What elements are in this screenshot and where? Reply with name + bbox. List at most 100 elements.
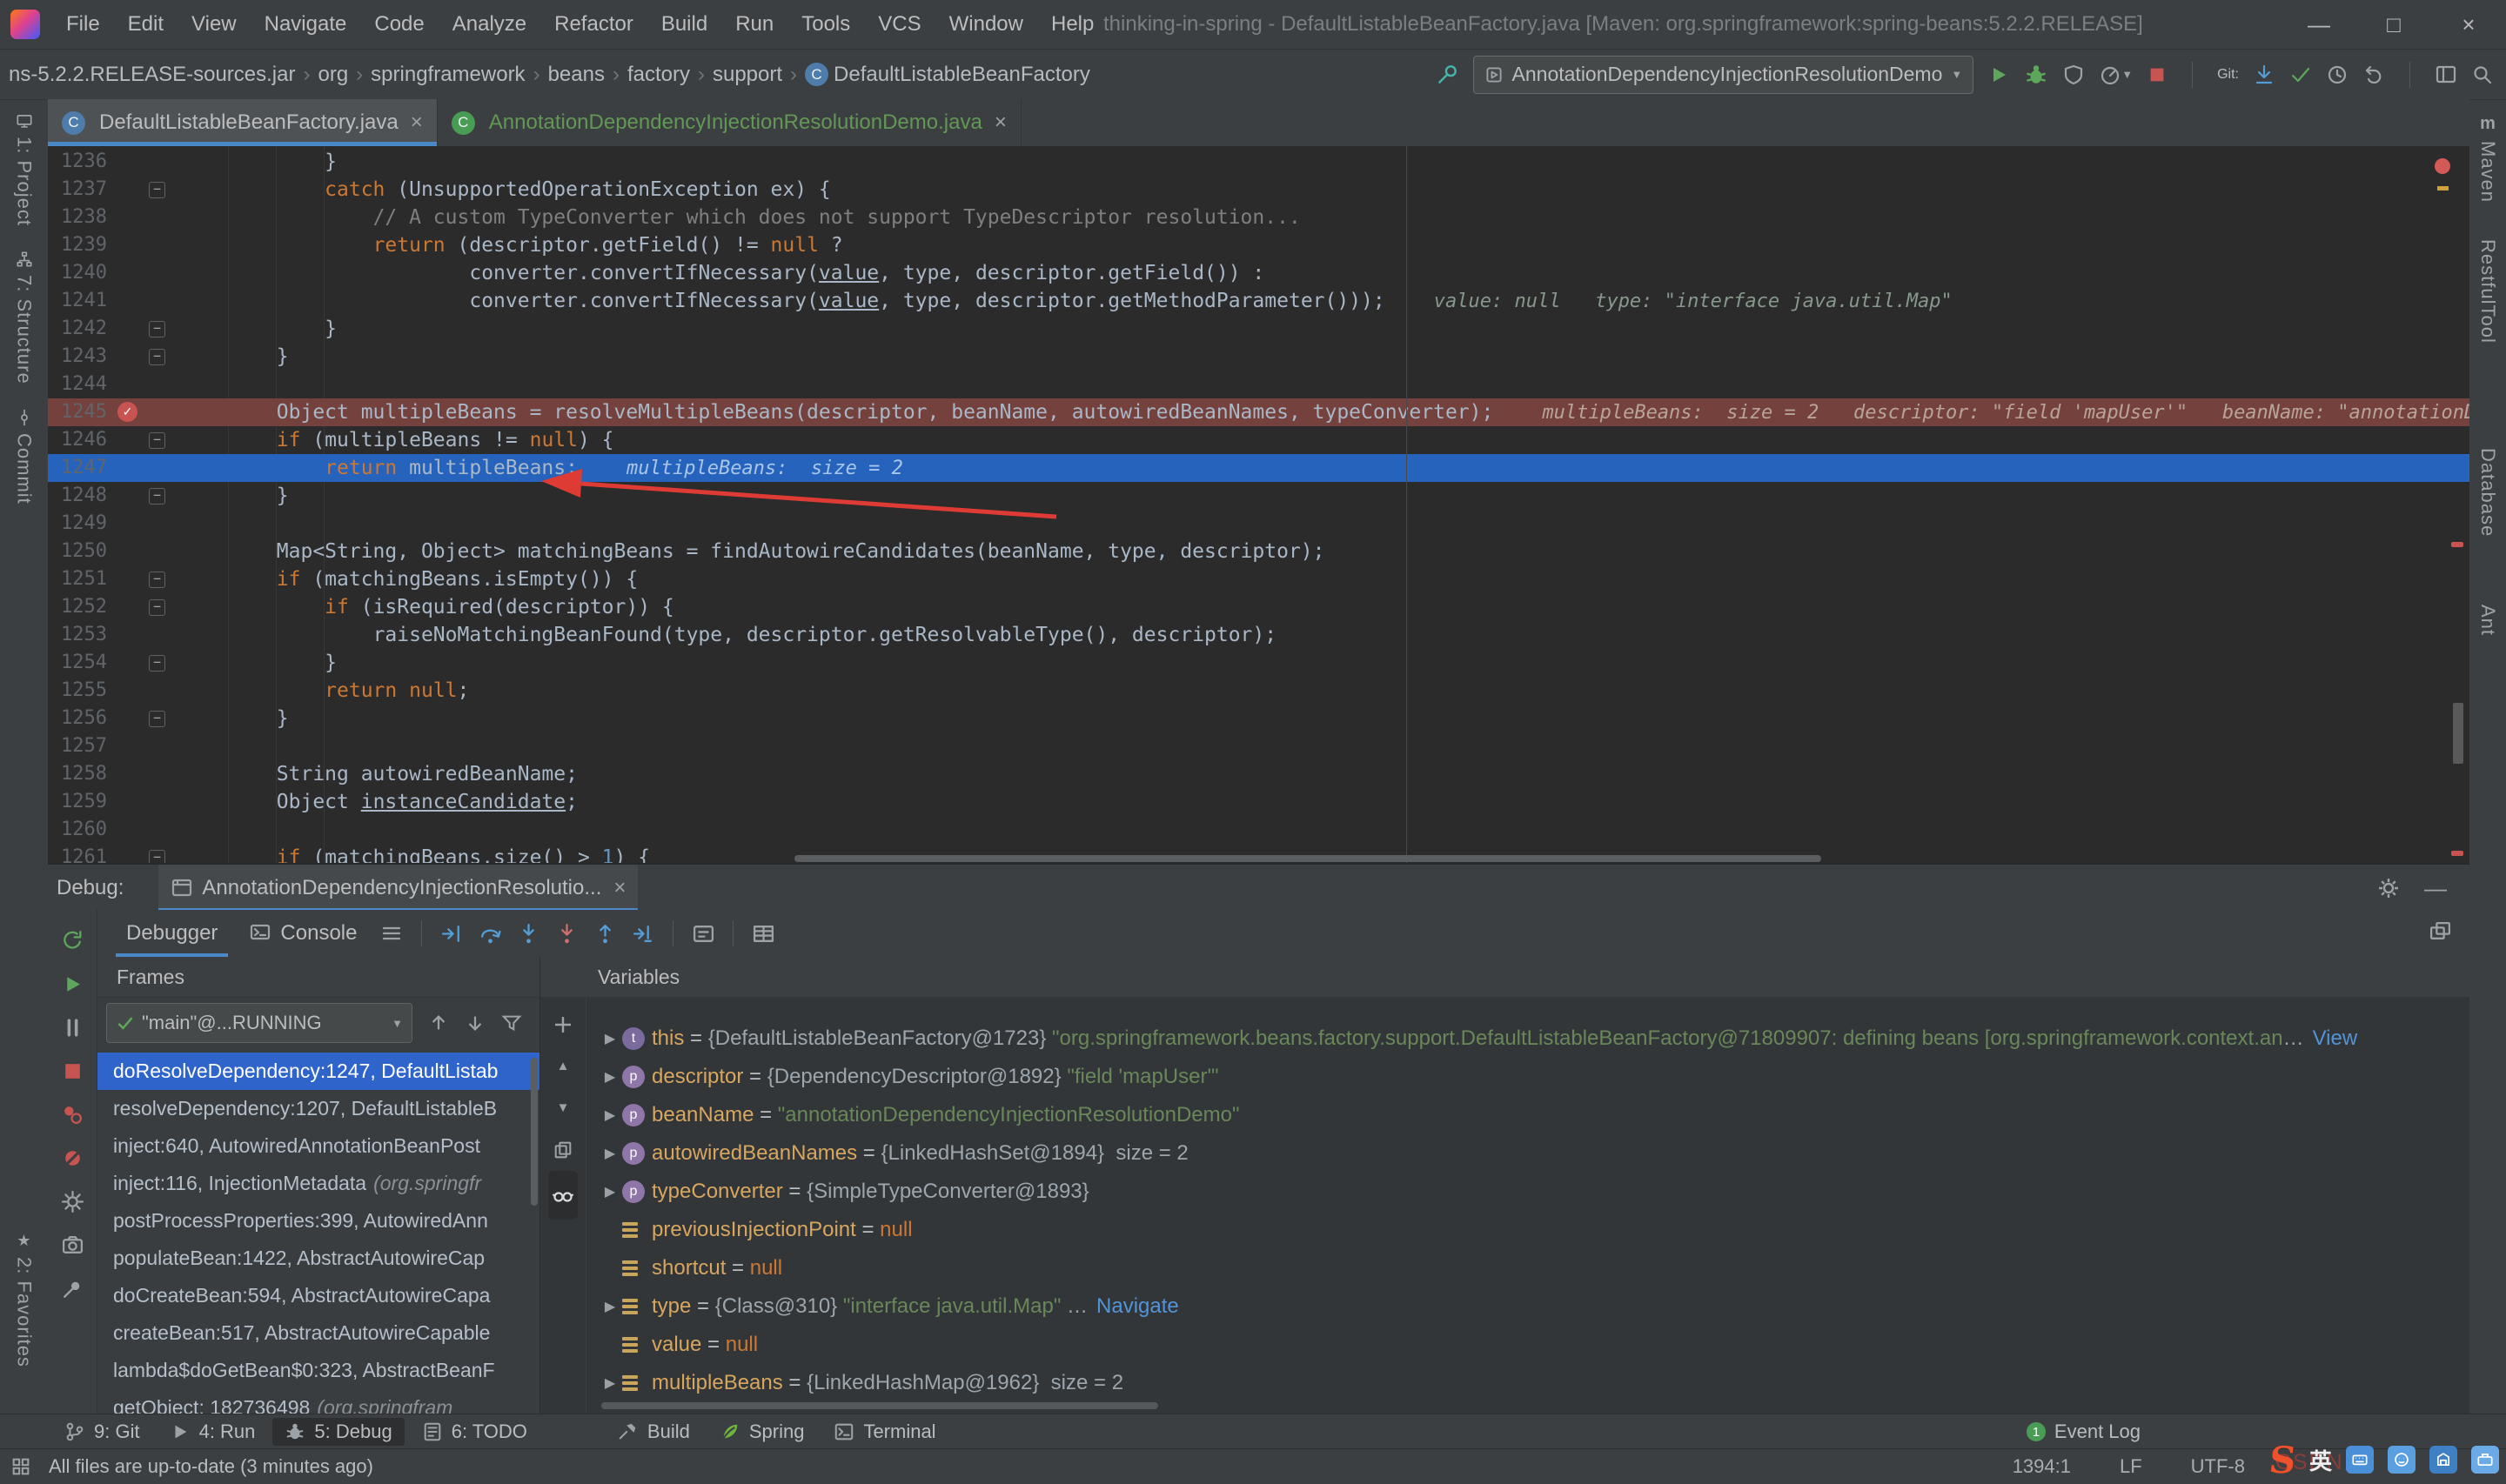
status-13941[interactable]: 1394:1 [2013, 1455, 2071, 1478]
breadcrumb-item[interactable]: factory [627, 63, 690, 87]
frame-row[interactable]: createBean:517, AbstractAutowireCapable [97, 1314, 539, 1352]
line-number[interactable]: 1249 [51, 510, 107, 538]
thread-dropdown[interactable]: "main"@...RUNNING ▼ [106, 1003, 412, 1043]
line-number[interactable]: 1257 [51, 732, 107, 760]
layout-icon[interactable] [2435, 64, 2457, 86]
close-icon[interactable]: × [411, 110, 423, 135]
step-over-icon[interactable] [471, 922, 509, 946]
variable-row[interactable]: shortcut = null [586, 1249, 2469, 1287]
scroll-up-icon[interactable]: ▲ [557, 1046, 570, 1087]
editor[interactable]: 1236 } 1237− catch (UnsupportedOperationE… [48, 146, 2469, 863]
line-number[interactable]: 1258 [51, 760, 107, 788]
line-number[interactable]: 1261 [51, 844, 107, 863]
run-to-cursor-icon[interactable] [624, 922, 662, 946]
menu-vcs[interactable]: VCS [864, 0, 935, 49]
ime-emoji-icon[interactable] [2388, 1446, 2416, 1474]
debug-button[interactable] [2024, 63, 2048, 87]
editor-horizontal-scrollbar[interactable] [794, 855, 1821, 862]
line-number[interactable]: 1246 [51, 426, 107, 454]
pause-icon[interactable] [61, 1006, 84, 1049]
minimize-button[interactable]: — [2282, 0, 2356, 49]
close-button[interactable]: × [2431, 0, 2506, 49]
toolbar-menu-icon[interactable] [372, 922, 411, 945]
prev-frame-icon[interactable] [428, 1013, 449, 1033]
code-text[interactable]: Object multipleBeans = resolveMultipleBe… [180, 398, 2469, 427]
evaluate-expression-icon[interactable] [684, 922, 722, 946]
frames-scrollbar[interactable] [531, 1058, 538, 1206]
step-into-icon[interactable] [509, 922, 547, 946]
line-number[interactable]: 1243 [51, 343, 107, 371]
wrench-icon[interactable] [1435, 63, 1459, 87]
stop-button[interactable] [2147, 64, 2168, 85]
code-text[interactable]: return null; [180, 677, 469, 705]
line-number[interactable]: 1237 [51, 176, 107, 204]
frame-row[interactable]: getObject: 182736498 (org.springfram [97, 1389, 539, 1414]
search-everywhere-icon[interactable] [2471, 64, 2494, 86]
code-text[interactable]: Map<String, Object> matchingBeans = find… [180, 538, 1325, 565]
frame-row[interactable]: populateBean:1422, AbstractAutowireCap [97, 1240, 539, 1277]
fold-marker[interactable]: − [149, 599, 165, 616]
code-text[interactable]: if (isRequired(descriptor)) { [180, 593, 674, 621]
stripe-item-favorites[interactable]: ★ 2: Favorites [13, 1232, 36, 1367]
variable-row[interactable]: ▶ type = {Class@310} "interface java.util… [586, 1287, 2469, 1326]
variable-row[interactable]: ▶ t this = {DefaultListableBeanFactory@172… [586, 1019, 2469, 1058]
intellij-logo-icon[interactable] [10, 10, 40, 39]
toolwindow-build[interactable]: Build [606, 1418, 702, 1446]
git-update-icon[interactable] [2253, 64, 2275, 86]
settings-gear-icon[interactable] [2377, 877, 2400, 899]
run-config-icon[interactable] [1484, 65, 1504, 84]
line-number[interactable]: 1248 [51, 482, 107, 510]
code-text[interactable]: } [180, 343, 289, 371]
settings-gear-icon[interactable] [61, 1180, 84, 1223]
stop-icon[interactable] [61, 1049, 84, 1093]
variables-horizontal-scrollbar[interactable] [601, 1402, 1158, 1409]
menu-analyze[interactable]: Analyze [439, 0, 540, 49]
expand-arrow-icon[interactable]: ▶ [598, 1374, 622, 1392]
toolwindow-todo[interactable]: 6: TODO [410, 1418, 539, 1446]
line-number[interactable]: 1253 [51, 621, 107, 649]
link-view[interactable]: View [2313, 1026, 2358, 1051]
breakpoint-icon[interactable]: ✓ [117, 402, 137, 422]
status-utf8[interactable]: UTF-8 [2191, 1455, 2245, 1478]
expand-arrow-icon[interactable]: ▶ [598, 1183, 622, 1200]
add-watch-icon[interactable] [552, 1004, 574, 1046]
frame-row[interactable]: lambda$doGetBean$0:323, AbstractBeanF [97, 1352, 539, 1389]
maximize-button[interactable]: □ [2356, 0, 2431, 49]
rollback-icon[interactable] [2362, 64, 2385, 86]
ime-language-indicator[interactable]: 英 [2309, 1444, 2332, 1476]
variable-row[interactable]: ▶ multipleBeans = {LinkedHashMap@1962} si… [586, 1364, 2469, 1402]
expand-arrow-icon[interactable]: ▶ [598, 1298, 622, 1315]
copy-value-icon[interactable] [553, 1129, 573, 1171]
scroll-down-icon[interactable]: ▼ [557, 1087, 570, 1129]
fold-marker[interactable]: − [149, 488, 165, 505]
fold-marker[interactable]: − [149, 572, 165, 588]
line-number[interactable]: 1252 [51, 593, 107, 621]
frame-row[interactable]: doCreateBean:594, AbstractAutowireCapa [97, 1277, 539, 1314]
code-text[interactable]: } [180, 705, 289, 732]
menu-navigate[interactable]: Navigate [251, 0, 361, 49]
link-navigate[interactable]: Navigate [1096, 1294, 1179, 1319]
rerun-icon[interactable] [61, 919, 84, 962]
screenshot-icon[interactable] [61, 1223, 84, 1267]
tab-debugger[interactable]: Debugger [111, 910, 233, 957]
code-text[interactable]: } [180, 482, 289, 510]
menu-refactor[interactable]: Refactor [540, 0, 647, 49]
code-text[interactable]: if (matchingBeans.size() > 1) { [180, 844, 650, 863]
variable-row[interactable]: previousInjectionPoint = null [586, 1211, 2469, 1249]
stripe-item-project[interactable]: 1: Project [13, 112, 36, 226]
step-out-icon[interactable] [586, 922, 624, 946]
force-step-into-icon[interactable] [547, 922, 586, 946]
line-number[interactable]: 1241 [51, 287, 107, 315]
toolwindow-spring[interactable]: Spring [707, 1418, 817, 1446]
toolwindow-terminal[interactable]: Terminal [821, 1418, 948, 1446]
variable-row[interactable]: ▶ p autowiredBeanNames = {LinkedHashSet@18… [586, 1134, 2469, 1173]
variable-row[interactable]: ▶ p descriptor = {DependencyDescriptor@189… [586, 1058, 2469, 1096]
stripe-item-ant[interactable]: Ant [2469, 605, 2506, 636]
line-number[interactable]: 1242 [51, 315, 107, 343]
fold-marker[interactable]: − [149, 655, 165, 672]
frame-row[interactable]: inject:116, InjectionMetadata (org.spring… [97, 1165, 539, 1202]
line-number[interactable]: 1254 [51, 649, 107, 677]
code-text[interactable]: if (multipleBeans != null) { [180, 426, 614, 454]
code-text[interactable]: } [180, 315, 337, 343]
coverage-button[interactable] [2062, 64, 2085, 86]
